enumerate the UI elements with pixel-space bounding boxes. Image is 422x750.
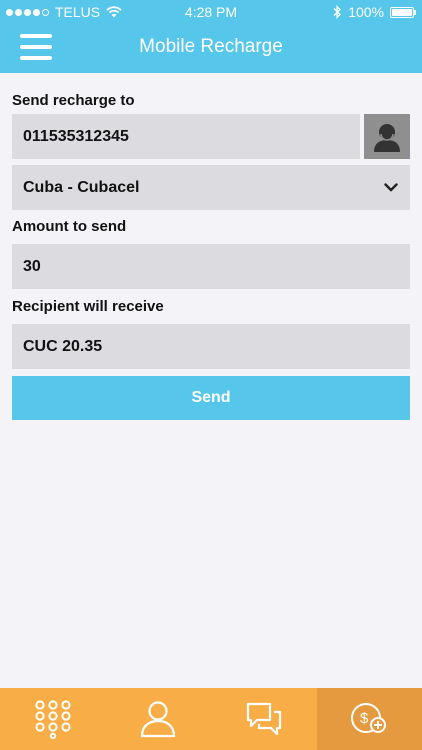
receive-amount-field: CUC 20.35 <box>12 324 410 369</box>
person-icon <box>141 701 176 738</box>
status-bar: TELUS 4:28 PM 100% <box>0 0 422 24</box>
amount-label: Amount to send <box>12 218 127 235</box>
top-bar: TELUS 4:28 PM 100% Mobile Recharge <box>0 0 422 73</box>
status-right: 100% <box>333 4 416 20</box>
operator-value: Cuba - Cubacel <box>23 178 140 196</box>
receive-amount-value: CUC 20.35 <box>23 337 103 355</box>
tab-messages[interactable] <box>211 688 317 750</box>
battery-percent: 100% <box>348 4 384 20</box>
send-button[interactable]: Send <box>12 376 410 420</box>
chevron-down-icon <box>384 183 398 192</box>
bluetooth-icon <box>333 5 342 19</box>
keypad-icon <box>35 700 71 739</box>
send-to-label: Send recharge to <box>12 92 135 109</box>
contact-icon <box>374 123 400 152</box>
tab-bar: $ <box>0 688 422 750</box>
battery-icon <box>390 6 416 18</box>
dollar-plus-icon: $ <box>351 703 387 733</box>
chat-icon <box>246 702 281 736</box>
contact-picker-button[interactable] <box>364 114 410 159</box>
page-title: Mobile Recharge <box>139 36 283 57</box>
navigation-bar: Mobile Recharge <box>0 24 422 73</box>
operator-select[interactable]: Cuba - Cubacel <box>12 165 410 210</box>
phone-number-field[interactable]: 011535312345 <box>12 114 360 159</box>
amount-field[interactable]: 30 <box>12 244 410 289</box>
receive-label: Recipient will receive <box>12 298 164 315</box>
tab-keypad[interactable] <box>0 688 106 750</box>
tab-recharge[interactable]: $ <box>316 688 422 750</box>
tab-contacts[interactable] <box>106 688 212 750</box>
svg-text:$: $ <box>360 710 369 727</box>
phone-number-value: 011535312345 <box>23 127 129 145</box>
amount-value: 30 <box>23 257 41 275</box>
mobile-recharge-screen: TELUS 4:28 PM 100% Mobile Recharge Send … <box>0 0 422 750</box>
